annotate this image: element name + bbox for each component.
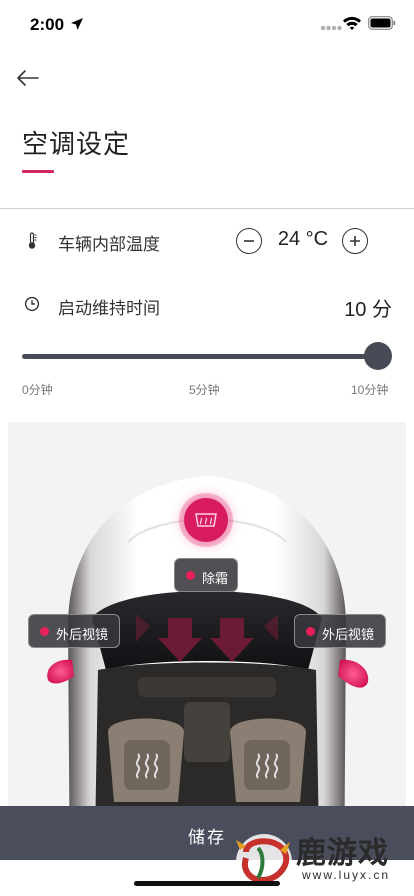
duration-slider-track[interactable] [22, 354, 378, 359]
temperature-label: 车辆内部温度 [58, 235, 160, 254]
slider-mid-label: 5分钟 [189, 383, 220, 397]
clock-icon [24, 296, 40, 312]
watermark-url: www.luyx.cn [302, 868, 391, 882]
increase-temperature-button[interactable] [342, 228, 368, 254]
defrost-label: 除霜 [202, 571, 229, 586]
left-mirror-toggle[interactable]: 外后视镜 [28, 614, 120, 648]
duration-slider-thumb[interactable] [364, 342, 392, 370]
status-time: 2:00 [30, 15, 65, 34]
right-mirror-label: 外后视镜 [322, 627, 375, 642]
left-mirror-label: 外后视镜 [56, 627, 109, 642]
decrease-temperature-button[interactable] [236, 228, 262, 254]
header-divider [0, 208, 414, 209]
page-title: 空调设定 [22, 129, 131, 159]
active-indicator [306, 627, 315, 636]
signal-dots-icon [320, 25, 342, 31]
thermometer-icon [28, 232, 37, 249]
home-indicator [134, 881, 280, 886]
right-mirror-toggle[interactable]: 外后视镜 [294, 614, 386, 648]
status-bar: 2:00 [0, 0, 414, 50]
minus-icon [244, 240, 254, 242]
back-button[interactable] [14, 64, 42, 92]
plus-icon [350, 236, 360, 246]
battery-icon [368, 16, 396, 30]
defrost-toggle[interactable]: 除霜 [174, 558, 238, 592]
arrow-left-icon [17, 70, 39, 86]
active-indicator [186, 571, 195, 580]
wifi-icon [343, 16, 361, 30]
rear-defrost-icon [195, 513, 217, 527]
rear-defrost-button[interactable] [184, 498, 228, 542]
title-underline [22, 170, 54, 173]
location-arrow-icon [71, 18, 83, 30]
duration-value: 10 分 [344, 299, 392, 321]
watermark-text: 鹿游戏 [296, 837, 389, 870]
slider-min-label: 0分钟 [22, 383, 53, 397]
temperature-value: 24 °C [277, 228, 329, 250]
duration-label: 启动维持时间 [58, 299, 160, 318]
active-indicator [40, 627, 49, 636]
slider-max-label: 10分钟 [351, 383, 389, 397]
